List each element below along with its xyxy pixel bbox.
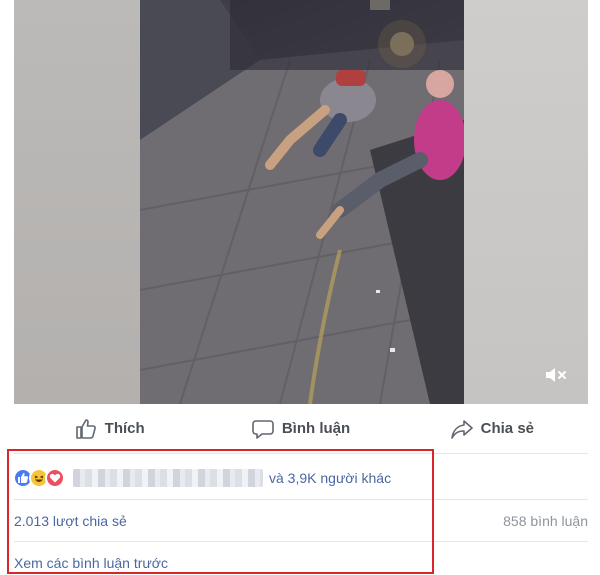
thumbs-up-icon <box>75 418 97 440</box>
like-button[interactable]: Thích <box>14 404 205 453</box>
video-scene-image <box>140 0 464 404</box>
video-player[interactable] <box>14 0 588 404</box>
comments-count-link[interactable]: 858 bình luận <box>503 513 588 529</box>
share-arrow-icon <box>450 418 473 440</box>
share-button[interactable]: Chia sẻ <box>397 404 588 453</box>
post-action-bar: Thích Bình luận Chia sẻ <box>14 404 588 454</box>
comment-label: Bình luận <box>281 420 351 437</box>
video-letterbox-left <box>14 0 140 404</box>
highlight-box <box>7 449 434 574</box>
speaker-muted-icon[interactable] <box>542 362 570 388</box>
like-label: Thích <box>104 420 145 437</box>
video-letterbox-right <box>464 0 588 404</box>
share-label: Chia sẻ <box>480 420 534 437</box>
video-frame[interactable] <box>140 0 464 404</box>
speech-bubble-icon <box>252 418 274 440</box>
comment-button[interactable]: Bình luận <box>205 404 396 453</box>
